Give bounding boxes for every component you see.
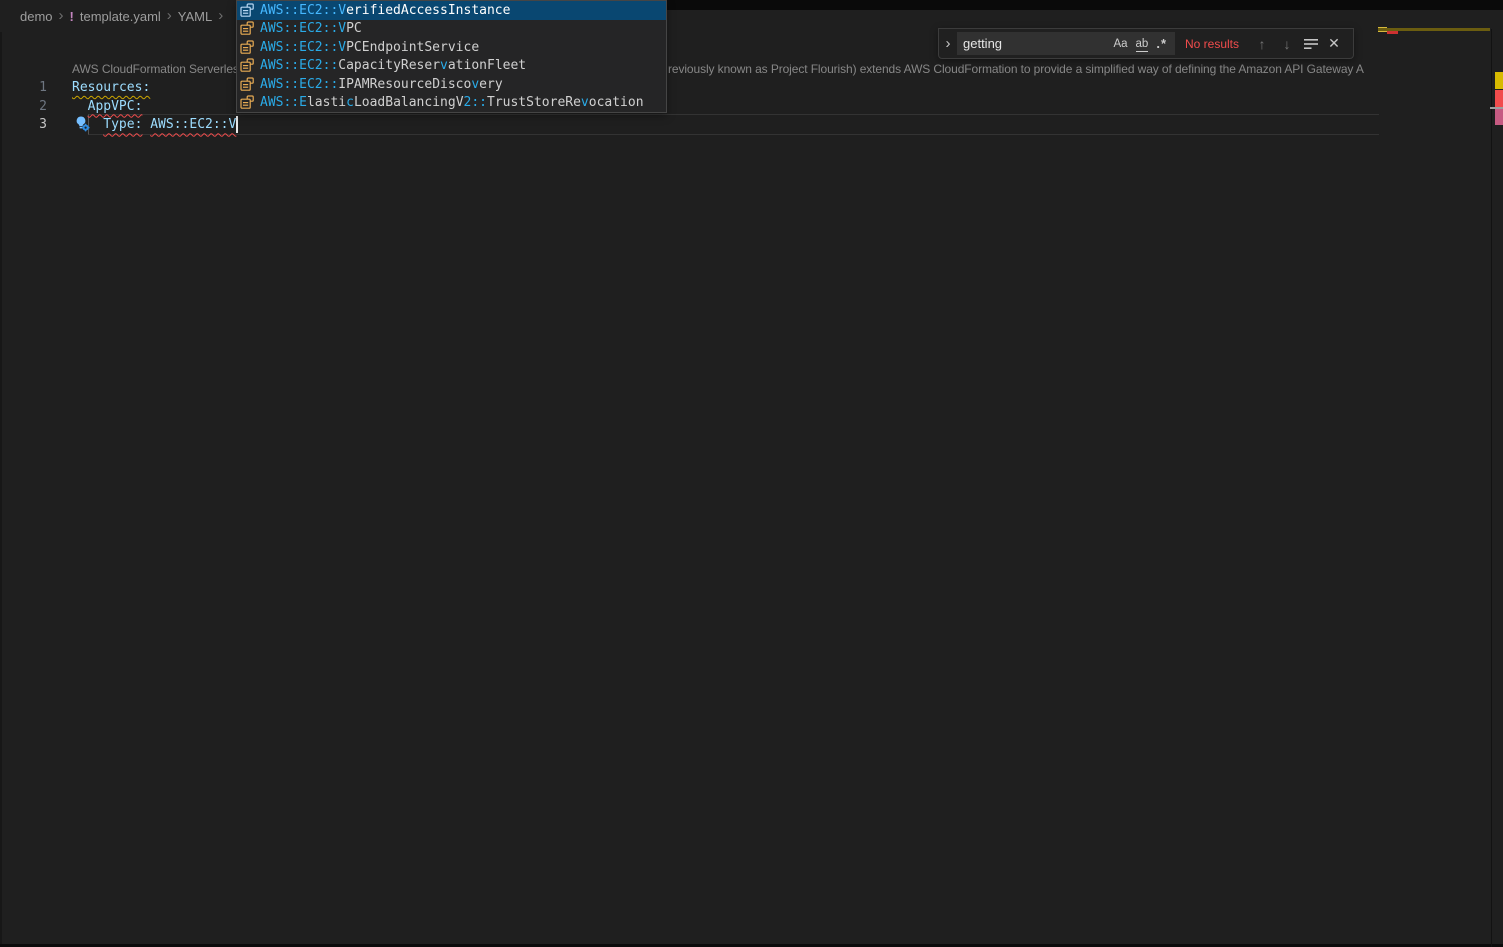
schema-doc-hint-left: AWS CloudFormation Serverles: [72, 62, 236, 76]
suggestion-match-text: AWS::E: [260, 95, 307, 110]
suggest-widget: AWS::EC2::VerifiedAccessInstanceAWS::EC2…: [236, 0, 667, 113]
chevron-right-icon: ›: [167, 8, 172, 23]
suggestion-item-aws-ec2-ipamresourcediscovery[interactable]: AWS::EC2::IPAMResourceDiscovery: [237, 75, 666, 94]
find-input-box: Aa ab .*: [957, 32, 1175, 55]
suggestion-text: PC: [346, 21, 362, 36]
suggestion-item-aws-ec2-vpcendpointservice[interactable]: AWS::EC2::VPCEndpointService: [237, 38, 666, 57]
resource-symbol-icon: [240, 21, 255, 36]
code-line-1[interactable]: Resources:: [72, 78, 150, 97]
chevron-right-icon: ›: [218, 8, 223, 23]
find-in-selection-icon[interactable]: [1304, 38, 1319, 50]
suggestion-match-text: 2::: [464, 95, 487, 110]
yaml-token: Type:: [103, 117, 142, 132]
line-number-1: 1: [0, 78, 47, 97]
suggestion-text: V: [456, 95, 464, 110]
previous-match-button[interactable]: ↑: [1252, 36, 1272, 52]
whole-word-label: ab: [1136, 38, 1149, 52]
suggestion-match-text: v: [471, 77, 479, 92]
text-cursor: [236, 116, 238, 133]
suggestion-text: erifiedAccessInstance: [346, 3, 510, 18]
next-match-button[interactable]: ↓: [1277, 36, 1297, 52]
resource-symbol-icon: [240, 95, 255, 110]
resource-symbol-icon: [240, 40, 255, 55]
suggestion-match-text: AWS::EC2::: [260, 58, 338, 73]
suggestion-text: TrustStoreRe: [487, 95, 581, 110]
suggestion-item-aws-ec2-verifiedaccessinstance[interactable]: AWS::EC2::VerifiedAccessInstance: [237, 1, 666, 20]
close-find-icon[interactable]: ✕: [1324, 35, 1344, 52]
editor-pane[interactable]: AWS CloudFormation Serverles reviously k…: [0, 0, 1503, 947]
current-line-highlight: [88, 114, 1379, 135]
suggestion-item-aws-ec2-vpc[interactable]: AWS::EC2::VPC: [237, 20, 666, 39]
suggestion-text: ery: [479, 77, 502, 92]
breadcrumb-item-yaml[interactable]: YAML: [178, 9, 212, 24]
suggestion-text: ocation: [589, 95, 644, 110]
yaml-token: AWS::EC2::V: [150, 117, 236, 132]
suggestion-item-aws-ec2-capacityreservationfleet[interactable]: AWS::EC2::CapacityReservationFleet: [237, 57, 666, 76]
whole-word-toggle[interactable]: ab: [1136, 38, 1149, 50]
suggestion-match-text: c: [346, 95, 354, 110]
regex-toggle[interactable]: .*: [1156, 36, 1167, 51]
suggestion-item-aws-elasticloadbalancingv2-truststorerevocation[interactable]: AWS::ElasticLoadBalancingV2::TrustStoreR…: [237, 94, 666, 113]
code-action-lightbulb-icon[interactable]: [73, 115, 90, 132]
suggestion-match-text: AWS::EC2::V: [260, 40, 346, 55]
suggestion-text: LoadBalancing: [354, 95, 456, 110]
chevron-right-icon: ›: [59, 8, 64, 23]
suggestion-text: lasti: [307, 95, 346, 110]
line-number-3: 3: [0, 115, 47, 134]
match-case-toggle[interactable]: Aa: [1113, 38, 1127, 50]
suggestion-match-text: AWS::EC2::V: [260, 21, 346, 36]
schema-doc-hint-right: reviously known as Project Flourish) ext…: [668, 62, 1370, 76]
toggle-replace-button[interactable]: ›: [939, 29, 957, 58]
suggestion-text: CapacityReser: [338, 58, 440, 73]
yaml-token: AppVPC:: [88, 99, 143, 114]
suggestion-match-text: v: [581, 95, 589, 110]
breadcrumb-item-template-yaml[interactable]: template.yaml: [80, 9, 161, 24]
find-input[interactable]: [957, 36, 1113, 51]
breadcrumb-item-demo[interactable]: demo: [20, 9, 53, 24]
line-number-2: 2: [0, 97, 47, 116]
code-line-2[interactable]: AppVPC:: [88, 97, 143, 116]
suggestion-text: ationFleet: [448, 58, 526, 73]
code-line-3[interactable]: Type: AWS::EC2::V: [103, 115, 236, 134]
suggestion-match-text: v: [440, 58, 448, 73]
resource-symbol-icon: [240, 3, 255, 18]
find-widget: › Aa ab .* No results ↑ ↓ ✕: [938, 28, 1354, 59]
yaml-token: Resources:: [72, 80, 150, 95]
suggestion-text: IPAMResourceDisco: [338, 77, 471, 92]
suggestion-text: PCEndpointService: [346, 40, 479, 55]
find-results-status: No results: [1185, 37, 1247, 51]
resource-symbol-icon: [240, 77, 255, 92]
yaml-file-icon: !: [70, 9, 74, 24]
resource-symbol-icon: [240, 58, 255, 73]
suggestion-match-text: AWS::EC2::: [260, 77, 338, 92]
suggestion-match-text: AWS::EC2::V: [260, 3, 346, 18]
